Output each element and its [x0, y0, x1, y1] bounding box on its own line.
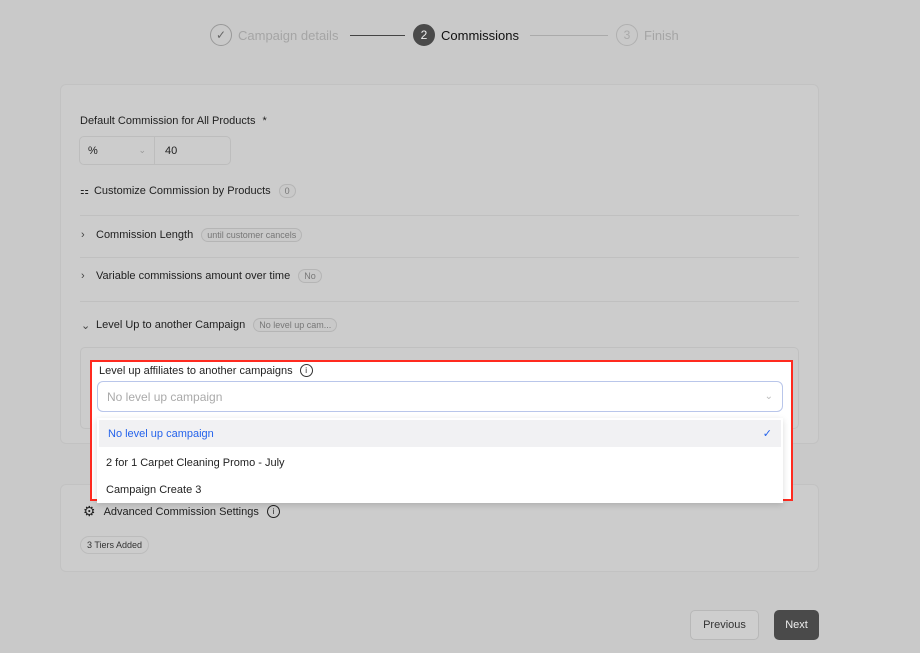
step-number: 2	[413, 24, 435, 46]
customize-by-products[interactable]: ⚏ Customize Commission by Products 0	[80, 184, 296, 198]
commission-input-group: % ⌄ 40	[79, 136, 231, 165]
count-badge: 0	[278, 184, 296, 198]
level-up-select[interactable]: No level up campaign ⌄	[97, 381, 783, 412]
commission-type-select[interactable]: % ⌄	[80, 137, 155, 164]
option-campaign-create-3[interactable]: Campaign Create 3	[97, 476, 783, 503]
chevron-down-icon: ⌄	[764, 391, 773, 402]
level-up-highlight: Level up affiliates to another campaigns…	[90, 360, 793, 503]
step-finish[interactable]: 3 Finish	[616, 24, 679, 46]
option-carpet-promo[interactable]: 2 for 1 Carpet Cleaning Promo - July	[97, 449, 783, 476]
info-icon[interactable]: i	[266, 505, 280, 518]
option-no-level-up[interactable]: No level up campaign ✓	[99, 420, 781, 447]
variable-commissions-toggle[interactable]: › Variable commissions amount over time No	[81, 269, 322, 283]
advanced-settings-header[interactable]: ⚙ Advanced Commission Settings i	[83, 503, 280, 520]
info-icon[interactable]: i	[299, 364, 313, 377]
step-label: Commissions	[441, 27, 520, 43]
level-up-field-label: Level up affiliates to another campaigns…	[99, 364, 313, 377]
default-commission-label: Default Commission for All Products *	[80, 115, 267, 127]
chevron-down-icon: ⌄	[81, 319, 91, 332]
status-badge: until customer cancels	[201, 228, 303, 242]
chevron-down-icon: ⌄	[138, 145, 146, 155]
tiers-badge[interactable]: 3 Tiers Added	[80, 536, 150, 554]
step-connector	[530, 35, 608, 36]
chevron-right-icon: ›	[81, 229, 85, 241]
status-badge: No	[298, 269, 322, 283]
check-icon: ✓	[210, 24, 232, 46]
level-up-options: No level up campaign ✓ 2 for 1 Carpet Cle…	[97, 418, 783, 503]
step-commissions[interactable]: 2 Commissions	[413, 24, 519, 46]
next-button[interactable]: Next	[774, 610, 819, 640]
step-campaign-details[interactable]: ✓ Campaign details	[210, 24, 338, 46]
level-up-toggle[interactable]: ⌄ Level Up to another Campaign No level up…	[81, 318, 338, 332]
commission-value-input[interactable]: 40	[155, 137, 177, 164]
step-label: Campaign details	[238, 27, 339, 43]
toggle-icon: ⚏	[80, 185, 89, 197]
chevron-right-icon: ›	[81, 270, 85, 282]
step-number: 3	[616, 24, 638, 46]
step-connector	[350, 35, 405, 36]
previous-button[interactable]: Previous	[690, 610, 759, 640]
commission-length-toggle[interactable]: › Commission Length until customer cancels	[81, 228, 303, 242]
gear-icon: ⚙	[83, 503, 96, 519]
step-label: Finish	[644, 27, 679, 43]
check-icon: ✓	[762, 428, 772, 440]
status-badge: No level up cam...	[253, 318, 338, 332]
